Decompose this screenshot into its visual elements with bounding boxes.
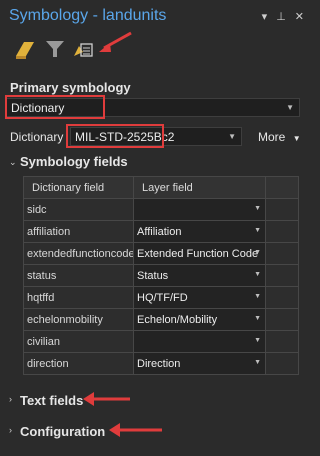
extra-cell [265, 264, 299, 287]
layer-field-value: Status [137, 269, 169, 282]
expand-chevron-icon[interactable]: › [9, 425, 12, 435]
table-row: direction Direction ▼ [23, 352, 299, 375]
table-row: status Status ▼ [23, 264, 299, 287]
layer-field-select[interactable]: Affiliation ▼ [133, 220, 266, 243]
layer-field-select[interactable]: ▼ [133, 198, 266, 221]
chevron-down-icon: ▼ [254, 293, 261, 300]
chevron-down-icon: ▼ [254, 359, 261, 366]
layer-field-value: Direction [137, 357, 181, 370]
collapse-chevron-icon[interactable]: ⌄ [9, 157, 17, 168]
dictionary-field-cell: affiliation [23, 220, 134, 243]
extra-cell [265, 330, 299, 353]
callout-arrow-icon [109, 423, 162, 437]
layer-field-value: Echelon/Mobility [137, 313, 218, 326]
layer-field-select[interactable]: Extended Function Code ▼ [133, 242, 266, 265]
dictionary-field-cell: echelonmobility [23, 308, 134, 331]
layer-field-select[interactable]: ▼ [133, 330, 266, 353]
chevron-down-icon: ▼ [286, 103, 294, 112]
primary-symbology-value: Dictionary [11, 100, 65, 115]
extra-cell [265, 242, 299, 265]
extra-cell [265, 286, 299, 309]
more-button[interactable]: More ▼ [258, 130, 301, 144]
column-header-empty [265, 176, 299, 199]
symbology-fields-table: Dictionary field Layer field sidc ▼ affi… [23, 176, 299, 375]
table-row: echelonmobility Echelon/Mobility ▼ [23, 308, 299, 331]
close-icon[interactable]: ✕ [295, 10, 304, 23]
extra-cell [265, 308, 299, 331]
dictionary-label: Dictionary [10, 130, 64, 144]
layer-field-value: Extended Function Code [137, 247, 259, 260]
symbology-fields-heading[interactable]: Symbology fields [20, 154, 128, 169]
chevron-down-icon: ▼ [254, 337, 261, 344]
text-fields-heading[interactable]: Text fields [20, 393, 83, 408]
extra-cell [265, 352, 299, 375]
chevron-down-icon: ▼ [254, 271, 261, 278]
vary-symbology-icon[interactable] [44, 38, 66, 60]
layer-field-select[interactable]: Status ▼ [133, 264, 266, 287]
pane-title: Symbology - landunits [9, 7, 167, 24]
title-bar: Symbology - landunits ▾ ⊥ ✕ [0, 0, 312, 32]
callout-arrow-icon [99, 31, 132, 52]
extra-cell [265, 198, 299, 221]
expand-chevron-icon[interactable]: › [9, 394, 12, 404]
table-row: hqtffd HQ/TF/FD ▼ [23, 286, 299, 309]
callout-arrow-icon [83, 392, 130, 406]
auto-hide-icon[interactable]: ⊥ [276, 10, 286, 23]
layer-field-select[interactable]: Echelon/Mobility ▼ [133, 308, 266, 331]
layer-field-select[interactable]: Direction ▼ [133, 352, 266, 375]
table-row: sidc ▼ [23, 198, 299, 221]
chevron-down-icon: ▼ [228, 132, 236, 141]
dictionary-field-cell: hqtffd [23, 286, 134, 309]
dictionary-field-cell: extendedfunctioncode [23, 242, 134, 265]
table-row: civilian ▼ [23, 330, 299, 353]
configuration-heading[interactable]: Configuration [20, 424, 105, 439]
chevron-down-icon: ▼ [292, 134, 301, 143]
dictionary-field-cell: status [23, 264, 134, 287]
chevron-down-icon: ▼ [254, 205, 261, 212]
layer-field-value: HQ/TF/FD [137, 291, 188, 304]
table-row: affiliation Affiliation ▼ [23, 220, 299, 243]
dictionary-field-cell: sidc [23, 198, 134, 221]
options-menu-icon[interactable]: ▾ [262, 10, 268, 23]
chevron-down-icon: ▼ [254, 315, 261, 322]
symbology-toolbar [0, 32, 312, 68]
chevron-down-icon: ▼ [254, 227, 261, 234]
table-header-row: Dictionary field Layer field [23, 176, 299, 199]
more-label: More [258, 130, 286, 144]
dictionary-field-cell: direction [23, 352, 134, 375]
symbol-layer-drawing-icon[interactable] [72, 38, 94, 60]
primary-symbology-icon[interactable] [14, 38, 36, 60]
chevron-down-icon: ▼ [254, 249, 261, 256]
window-controls: ▾ ⊥ ✕ [262, 10, 304, 23]
table-row: extendedfunctioncode Extended Function C… [23, 242, 299, 265]
layer-field-value: Affiliation [137, 225, 182, 238]
primary-symbology-dropdown[interactable]: Dictionary ▼ [6, 98, 300, 117]
primary-symbology-heading: Primary symbology [10, 80, 131, 95]
dictionary-field-cell: civilian [23, 330, 134, 353]
layer-field-select[interactable]: HQ/TF/FD ▼ [133, 286, 266, 309]
column-header-layer-field: Layer field [133, 176, 266, 199]
dictionary-value: MIL-STD-2525Bc2 [75, 129, 175, 144]
dictionary-dropdown[interactable]: MIL-STD-2525Bc2 ▼ [70, 127, 242, 146]
extra-cell [265, 220, 299, 243]
column-header-dictionary-field: Dictionary field [23, 176, 134, 199]
